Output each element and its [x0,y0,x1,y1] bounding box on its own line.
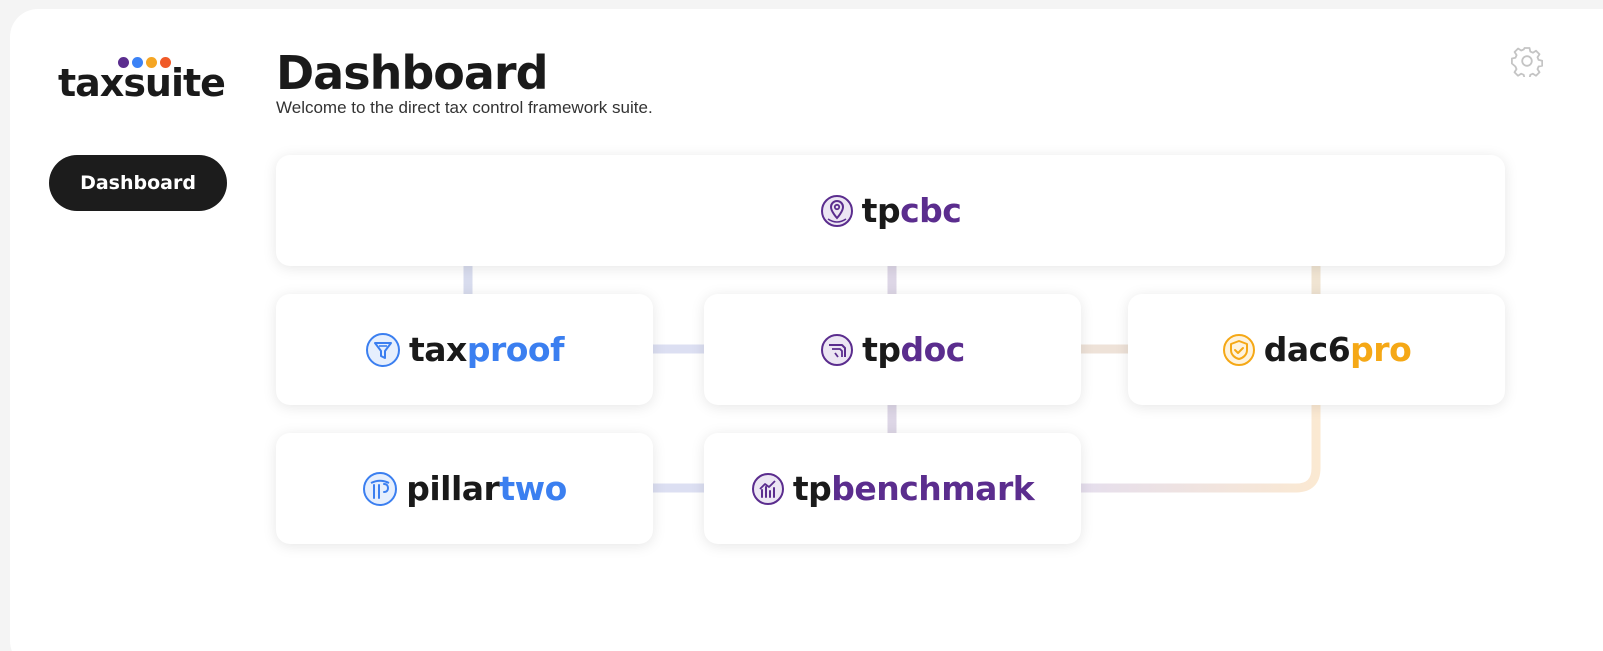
product-prefix: tp [861,191,901,230]
funnel-icon [365,332,401,368]
product-suffix: cbc [900,191,962,230]
product-name-tpcbc: tpcbc [862,191,962,230]
product-card-dac6pro[interactable]: dac6pro [1128,294,1505,405]
page-title: Dashboard [276,46,549,100]
product-card-tpdoc[interactable]: tpdoc [704,294,1081,405]
product-suffix: pro [1350,330,1412,369]
product-prefix: pillar [406,469,500,508]
product-suffix: benchmark [831,469,1035,508]
product-name-dac6pro: dac6pro [1264,330,1412,369]
document-icon [820,333,854,367]
product-card-tpcbc[interactable]: tpcbc [276,155,1505,266]
product-prefix: tp [792,469,832,508]
product-card-pillartwo[interactable]: pillartwo [276,433,653,544]
globe-pin-icon [820,194,854,228]
product-prefix: tp [862,330,901,369]
page-subtitle: Welcome to the direct tax control framew… [276,98,653,117]
sidebar-item-dashboard[interactable]: Dashboard [49,155,227,211]
shield-check-icon [1222,333,1256,367]
pillars-icon [362,471,398,507]
product-prefix: dac6 [1263,330,1351,369]
product-suffix: proof [466,330,565,369]
product-name-pillartwo: pillartwo [406,469,567,508]
product-name-tpbenchmark: tpbenchmark [792,469,1035,508]
product-suffix: doc [900,330,966,369]
gear-icon[interactable] [1511,45,1544,80]
product-card-tpbenchmark[interactable]: tpbenchmark [704,433,1081,544]
logo-text: taxsuite [58,61,226,105]
bar-chart-icon [751,472,785,506]
product-name-taxproof: taxproof [409,330,564,369]
product-suffix: two [499,469,567,508]
product-card-taxproof[interactable]: taxproof [276,294,653,405]
product-prefix: tax [409,330,467,369]
taxsuite-logo[interactable]: taxsuite [58,57,226,105]
product-name-tpdoc: tpdoc [862,330,965,369]
